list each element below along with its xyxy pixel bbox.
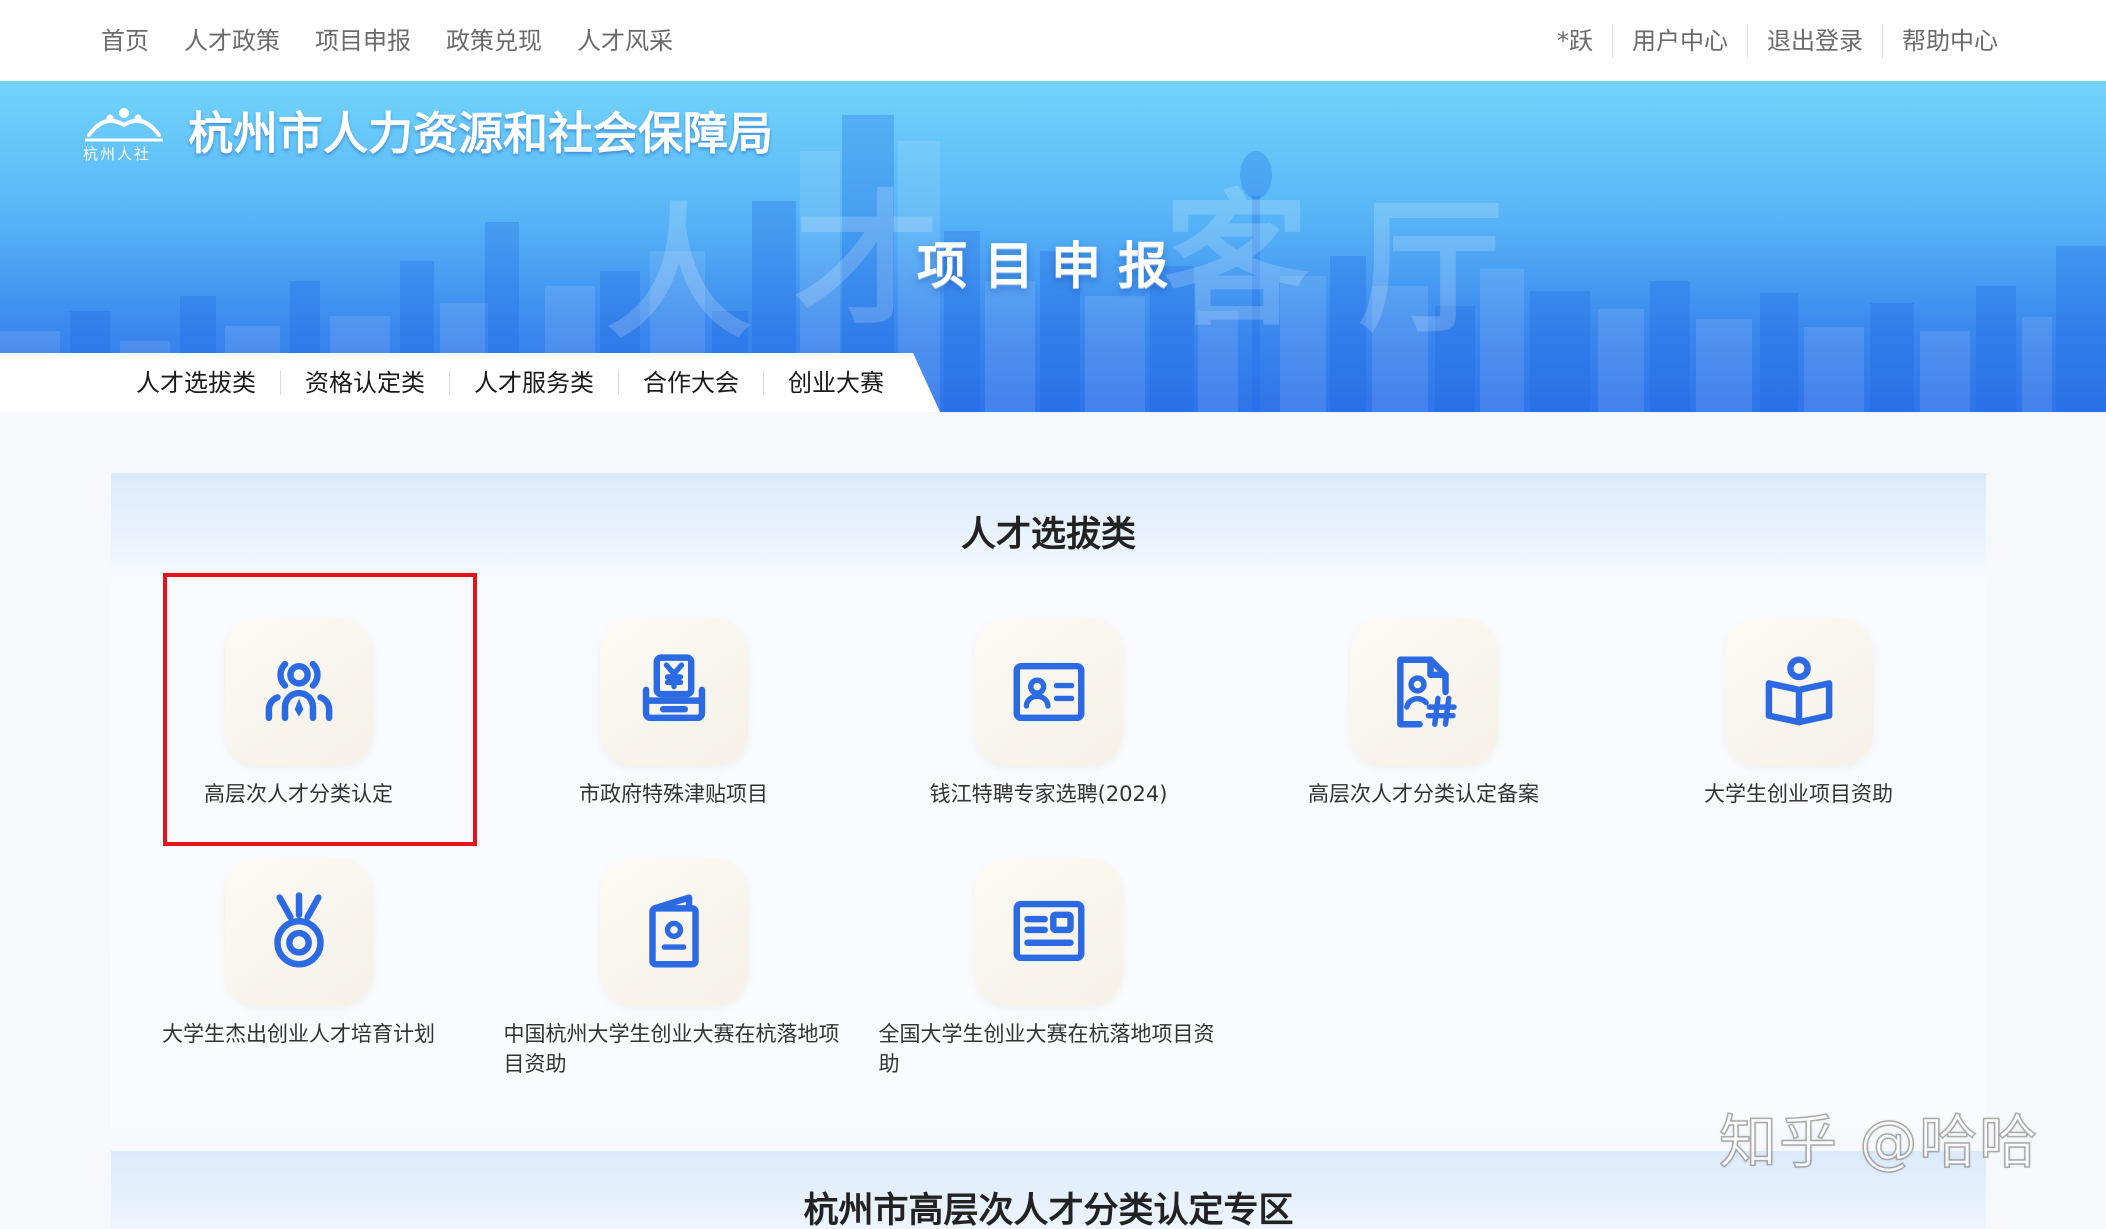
project-item-label: 高层次人才分类认定备案 bbox=[1308, 782, 1539, 806]
icon-tile bbox=[599, 618, 748, 766]
highlight-annotation-box bbox=[163, 573, 477, 846]
project-item-china-hangzhou-contest-funding[interactable]: 中国杭州大学生创业大赛在杭落地项目资助 bbox=[486, 858, 861, 1098]
skyline-building bbox=[1650, 281, 1690, 412]
project-item-special-allowance[interactable]: 市政府特殊津贴项目 bbox=[486, 618, 861, 858]
talent-selection-section: 人才选拔类 高层次人才分类认定 市政府特殊津贴项目 钱江特聘专家选聘(2024)… bbox=[111, 473, 1986, 1128]
skyline-building bbox=[1696, 319, 1752, 412]
section-title: 人才选拔类 bbox=[960, 515, 1136, 555]
icon-tile bbox=[974, 858, 1123, 1006]
project-item-label: 中国杭州大学生创业大赛在杭落地项目资助 bbox=[503, 1022, 840, 1076]
skyline-building bbox=[1760, 293, 1798, 412]
project-item-label: 大学生创业项目资助 bbox=[1704, 782, 1893, 806]
icon-tile bbox=[1349, 618, 1498, 766]
user-name[interactable]: *跃 bbox=[1557, 24, 1612, 58]
top-navigation: 首页 人才政策 项目申报 政策兑现 人才风采 *跃 用户中心 退出登录 帮助中心 bbox=[0, 0, 2106, 81]
page-title: 项目申报 bbox=[917, 237, 1185, 295]
recognition-zone-section: 杭州市高层次人才分类认定专区 bbox=[111, 1151, 1986, 1229]
skyline-building bbox=[985, 281, 1035, 412]
user-center-link[interactable]: 用户中心 bbox=[1612, 23, 1747, 58]
help-center-link[interactable]: 帮助中心 bbox=[1882, 23, 1998, 58]
nav-policy-redemption[interactable]: 政策兑现 bbox=[446, 24, 542, 58]
banner-watermark-char: 客 bbox=[1164, 177, 1309, 346]
hangzhou-hrss-logo-icon bbox=[85, 108, 163, 142]
project-item-label: 钱江特聘专家选聘(2024) bbox=[929, 782, 1168, 806]
org-title: 杭州市人力资源和社会保障局 bbox=[188, 107, 774, 160]
zhihu-watermark: 知乎 @哈哈 bbox=[1718, 1107, 2040, 1177]
book-reader-icon bbox=[1765, 656, 1832, 726]
main-menu: 首页 人才政策 项目申报 政策兑现 人才风采 bbox=[101, 0, 708, 81]
project-item-label: 市政府特殊津贴项目 bbox=[579, 782, 768, 806]
icon-tile bbox=[599, 858, 748, 1006]
skyline-building bbox=[1530, 291, 1590, 412]
tab-entrepreneurship-contest[interactable]: 创业大赛 bbox=[763, 370, 908, 395]
icon-tile bbox=[1724, 618, 1873, 766]
skyline-building bbox=[2056, 246, 2106, 412]
banner-watermark-char: 人 bbox=[606, 190, 751, 359]
project-item-student-startup-funding[interactable]: 大学生创业项目资助 bbox=[1611, 618, 1986, 858]
icon-tile bbox=[974, 618, 1123, 766]
section-title: 杭州市高层次人才分类认定专区 bbox=[803, 1191, 1294, 1229]
news-board-icon bbox=[1013, 900, 1084, 962]
medal-icon bbox=[273, 892, 324, 968]
skyline-building bbox=[1976, 286, 2016, 412]
passport-icon bbox=[648, 894, 699, 968]
banner-watermark-char: 厅 bbox=[1358, 184, 1503, 353]
nav-project-application[interactable]: 项目申报 bbox=[315, 24, 411, 58]
project-item-label: 大学生杰出创业人才培育计划 bbox=[162, 1022, 435, 1046]
id-card-icon bbox=[1013, 662, 1084, 722]
skyline-building bbox=[2022, 317, 2052, 412]
project-item-recognition-filing[interactable]: 高层次人才分类认定备案 bbox=[1236, 618, 1611, 858]
skyline-building bbox=[1870, 303, 1914, 412]
skyline-building bbox=[1920, 331, 1970, 412]
tab-talent-selection[interactable]: 人才选拔类 bbox=[136, 371, 280, 395]
project-item-qianjiang-expert[interactable]: 钱江特聘专家选聘(2024) bbox=[861, 618, 1236, 858]
tab-qualification[interactable]: 资格认定类 bbox=[280, 370, 449, 395]
nav-home[interactable]: 首页 bbox=[101, 24, 149, 58]
project-item-outstanding-entrepreneur-program[interactable]: 大学生杰出创业人才培育计划 bbox=[111, 858, 486, 1098]
skyline-building bbox=[1598, 309, 1644, 412]
user-menu: *跃 用户中心 退出登录 帮助中心 bbox=[1557, 0, 1998, 81]
org-logo[interactable]: 杭州人社 bbox=[83, 105, 165, 165]
skyline-building bbox=[1085, 296, 1145, 412]
nav-talent-policy[interactable]: 人才政策 bbox=[184, 24, 280, 58]
document-person-hash-icon bbox=[1396, 656, 1457, 728]
nav-talent-showcase[interactable]: 人才风采 bbox=[577, 24, 673, 58]
logo-text: 杭州人社 bbox=[83, 145, 152, 163]
tab-talent-service[interactable]: 人才服务类 bbox=[449, 370, 618, 395]
logout-link[interactable]: 退出登录 bbox=[1747, 23, 1882, 58]
tab-cooperation-conference[interactable]: 合作大会 bbox=[618, 370, 763, 395]
icon-tile bbox=[224, 858, 373, 1006]
category-tabs: 人才选拔类 资格认定类 人才服务类 合作大会 创业大赛 bbox=[0, 353, 940, 412]
project-item-label: 全国大学生创业大赛在杭落地项目资助 bbox=[878, 1022, 1215, 1076]
skyline-building bbox=[1804, 327, 1864, 412]
project-item-national-contest-funding[interactable]: 全国大学生创业大赛在杭落地项目资助 bbox=[861, 858, 1236, 1098]
yen-tray-icon bbox=[642, 654, 705, 722]
